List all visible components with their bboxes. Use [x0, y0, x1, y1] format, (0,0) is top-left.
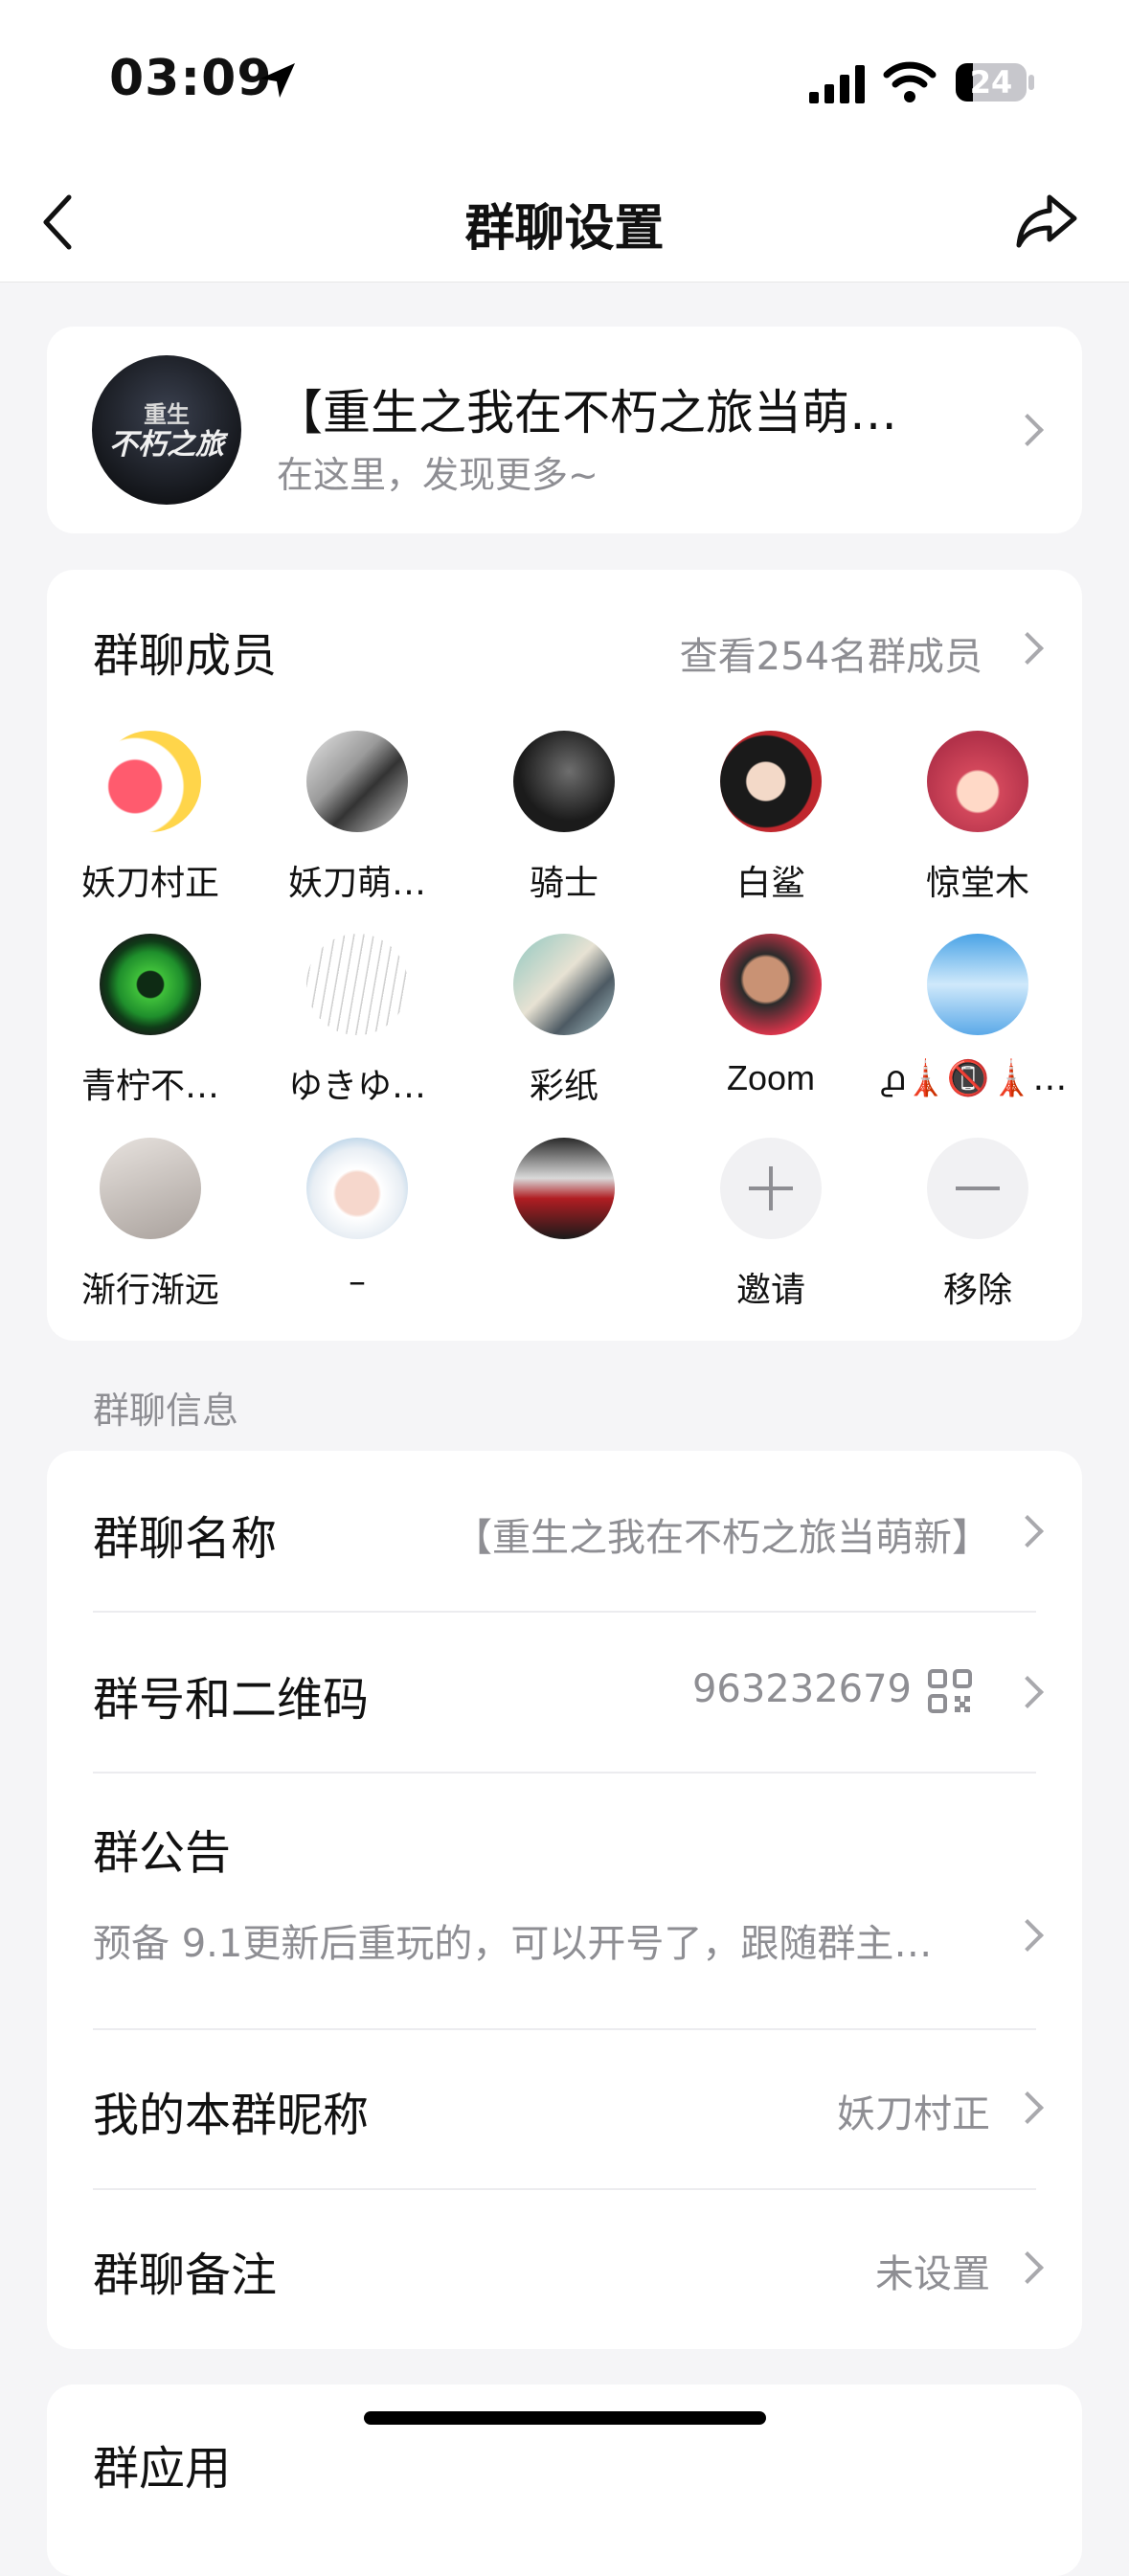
section-label: 群聊信息 — [93, 1390, 239, 1432]
qr-code-icon — [928, 1669, 972, 1713]
member-name: – — [349, 1262, 366, 1301]
chevron-right-icon — [1011, 1515, 1044, 1548]
member-avatar — [306, 731, 408, 832]
next-card-label: 群应用 — [93, 2442, 232, 2496]
member-avatar — [100, 1138, 201, 1239]
member-item[interactable]: ゆきゆ… — [254, 934, 461, 1108]
navigation-bar: 群聊设置 — [0, 163, 1129, 282]
view-all-members-link[interactable]: 查看254名群成员 — [680, 625, 982, 681]
group-name: 【重生之我在不朽之旅当萌… — [275, 385, 897, 441]
member-avatar — [513, 1138, 615, 1239]
member-avatar — [513, 731, 615, 832]
my-nickname-value: 妖刀村正 — [837, 2092, 990, 2136]
group-name-value: 【重生之我在不朽之旅当萌新】 — [454, 1516, 990, 1560]
chevron-right-icon — [1011, 1676, 1044, 1708]
chevron-right-icon — [1011, 632, 1044, 665]
group-info-card: 群聊名称 【重生之我在不朽之旅当萌新】 群号和二维码 963232679 群公告… — [47, 1451, 1082, 2349]
group-avatar-logo-bottom: 不朽之旅 — [109, 428, 224, 462]
battery-icon: 24 — [956, 63, 1027, 102]
member-avatar — [927, 934, 1028, 1035]
group-id-value: 963232679 — [691, 1667, 912, 1711]
invite-label: 邀请 — [735, 1271, 805, 1310]
member-item[interactable] — [461, 1138, 667, 1262]
minus-icon — [927, 1138, 1028, 1239]
member-item[interactable]: 彩纸 — [461, 934, 667, 1108]
group-notice-row[interactable]: 群公告 预备 9.1更新后重玩的，可以开号了，跟随群主… — [47, 1773, 1082, 2031]
member-avatar — [306, 934, 408, 1035]
members-title: 群聊成员 — [93, 629, 278, 683]
group-remark-row[interactable]: 群聊备注 未设置 — [47, 2189, 1082, 2349]
group-remark-value: 未设置 — [875, 2252, 990, 2296]
member-name: 妖刀村正 — [80, 864, 219, 903]
group-id-label: 群号和二维码 — [93, 1673, 370, 1727]
location-arrow-icon — [260, 63, 295, 98]
group-subtitle: 在这里，发现更多~ — [277, 454, 598, 496]
group-notice-value: 预备 9.1更新后重玩的，可以开号了，跟随群主… — [93, 1922, 933, 1966]
member-name: ൧🗼📵🗼൧… — [880, 1059, 1081, 1098]
members-card: 群聊成员 查看254名群成员 妖刀村正 妖刀萌… 骑士 白鲨 惊堂木 青柠不… … — [47, 570, 1082, 1341]
wifi-icon — [883, 61, 937, 102]
member-item[interactable]: – — [254, 1138, 461, 1301]
member-name: ゆきゆ… — [287, 1067, 426, 1106]
invite-button[interactable]: 邀请 — [667, 1138, 874, 1312]
status-bar: 03:09 24 — [0, 0, 1129, 163]
member-item[interactable]: Zoom — [667, 934, 874, 1098]
member-item[interactable]: 惊堂木 — [874, 731, 1081, 905]
member-name: 妖刀萌… — [287, 864, 426, 903]
member-name: 青柠不… — [80, 1067, 219, 1106]
member-item[interactable]: 白鲨 — [667, 731, 874, 905]
chevron-right-icon — [1011, 1919, 1044, 1952]
member-avatar — [513, 934, 615, 1035]
group-id-qr-row[interactable]: 群号和二维码 963232679 — [47, 1612, 1082, 1773]
status-time: 03:09 — [109, 50, 273, 107]
member-avatar — [100, 731, 201, 832]
member-name: 骑士 — [529, 864, 598, 903]
plus-icon — [720, 1138, 822, 1239]
member-item[interactable]: 渐行渐远 — [47, 1138, 254, 1312]
group-name-label: 群聊名称 — [93, 1512, 278, 1566]
member-name: 惊堂木 — [925, 864, 1029, 903]
home-indicator — [364, 2411, 766, 2425]
chevron-right-icon — [1011, 2091, 1044, 2124]
group-remark-label: 群聊备注 — [93, 2248, 278, 2302]
cellular-signal-icon — [809, 65, 865, 103]
member-name: 彩纸 — [529, 1067, 598, 1106]
page-title: 群聊设置 — [464, 200, 665, 258]
share-icon[interactable] — [1013, 190, 1080, 255]
member-avatar — [100, 934, 201, 1035]
member-avatar — [720, 731, 822, 832]
group-avatar: 重生 不朽之旅 — [92, 355, 241, 505]
chevron-right-icon — [1011, 414, 1044, 446]
member-avatar — [306, 1138, 408, 1239]
group-notice-label: 群公告 — [93, 1826, 232, 1880]
chevron-right-icon — [1011, 2251, 1044, 2284]
remove-label: 移除 — [942, 1271, 1012, 1310]
member-item[interactable]: 妖刀萌… — [254, 731, 461, 905]
battery-level: 24 — [969, 64, 1013, 101]
my-nickname-label: 我的本群昵称 — [93, 2089, 370, 2142]
member-avatar — [927, 731, 1028, 832]
remove-button[interactable]: 移除 — [874, 1138, 1081, 1312]
member-name: 渐行渐远 — [80, 1271, 219, 1310]
member-name: Zoom — [726, 1058, 816, 1097]
group-name-row[interactable]: 群聊名称 【重生之我在不朽之旅当萌新】 — [47, 1451, 1082, 1612]
member-item[interactable]: 妖刀村正 — [47, 731, 254, 905]
group-header-card[interactable]: 重生 不朽之旅 【重生之我在不朽之旅当萌… 在这里，发现更多~ — [47, 327, 1082, 533]
battery-cap — [1028, 75, 1034, 90]
my-nickname-row[interactable]: 我的本群昵称 妖刀村正 — [47, 2029, 1082, 2190]
member-avatar — [720, 934, 822, 1035]
member-item[interactable]: ൧🗼📵🗼൧… — [874, 934, 1081, 1099]
member-item[interactable]: 青柠不… — [47, 934, 254, 1108]
member-item[interactable]: 骑士 — [461, 731, 667, 905]
member-name: 白鲨 — [735, 864, 805, 903]
